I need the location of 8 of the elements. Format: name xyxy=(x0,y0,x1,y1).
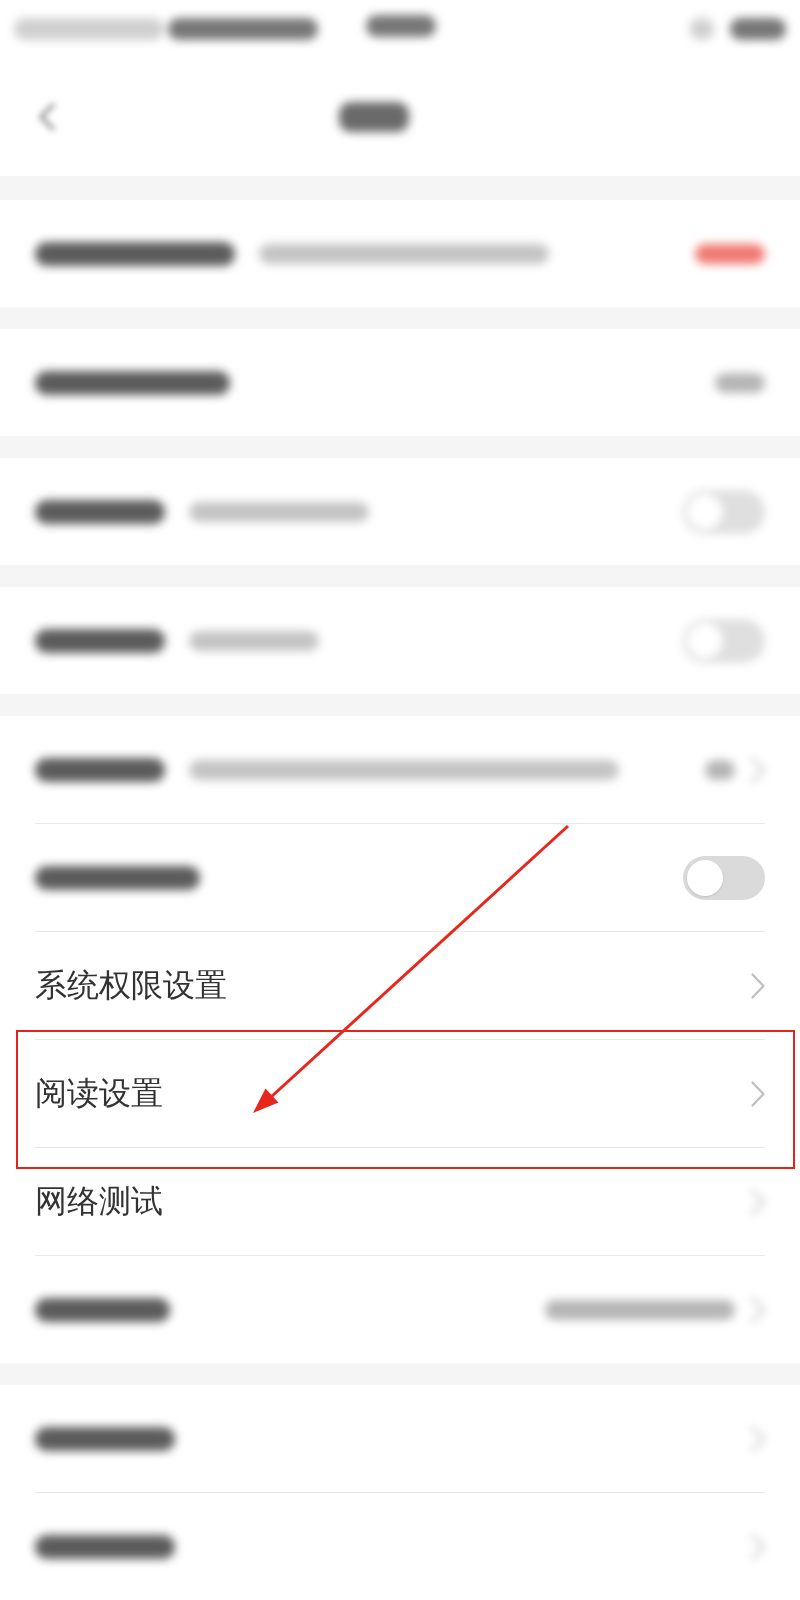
setting-label[interactable]: 网络测试 xyxy=(35,1182,163,1221)
toggle-switch[interactable] xyxy=(683,489,765,534)
setting-label[interactable]: 阅读设置 xyxy=(35,1074,163,1113)
toggle-switch[interactable] xyxy=(683,855,765,900)
blurred-title xyxy=(339,102,409,132)
toggle-switch[interactable] xyxy=(683,618,765,663)
setting-label[interactable]: 系统权限设置 xyxy=(35,966,227,1005)
back-icon[interactable] xyxy=(38,102,56,132)
